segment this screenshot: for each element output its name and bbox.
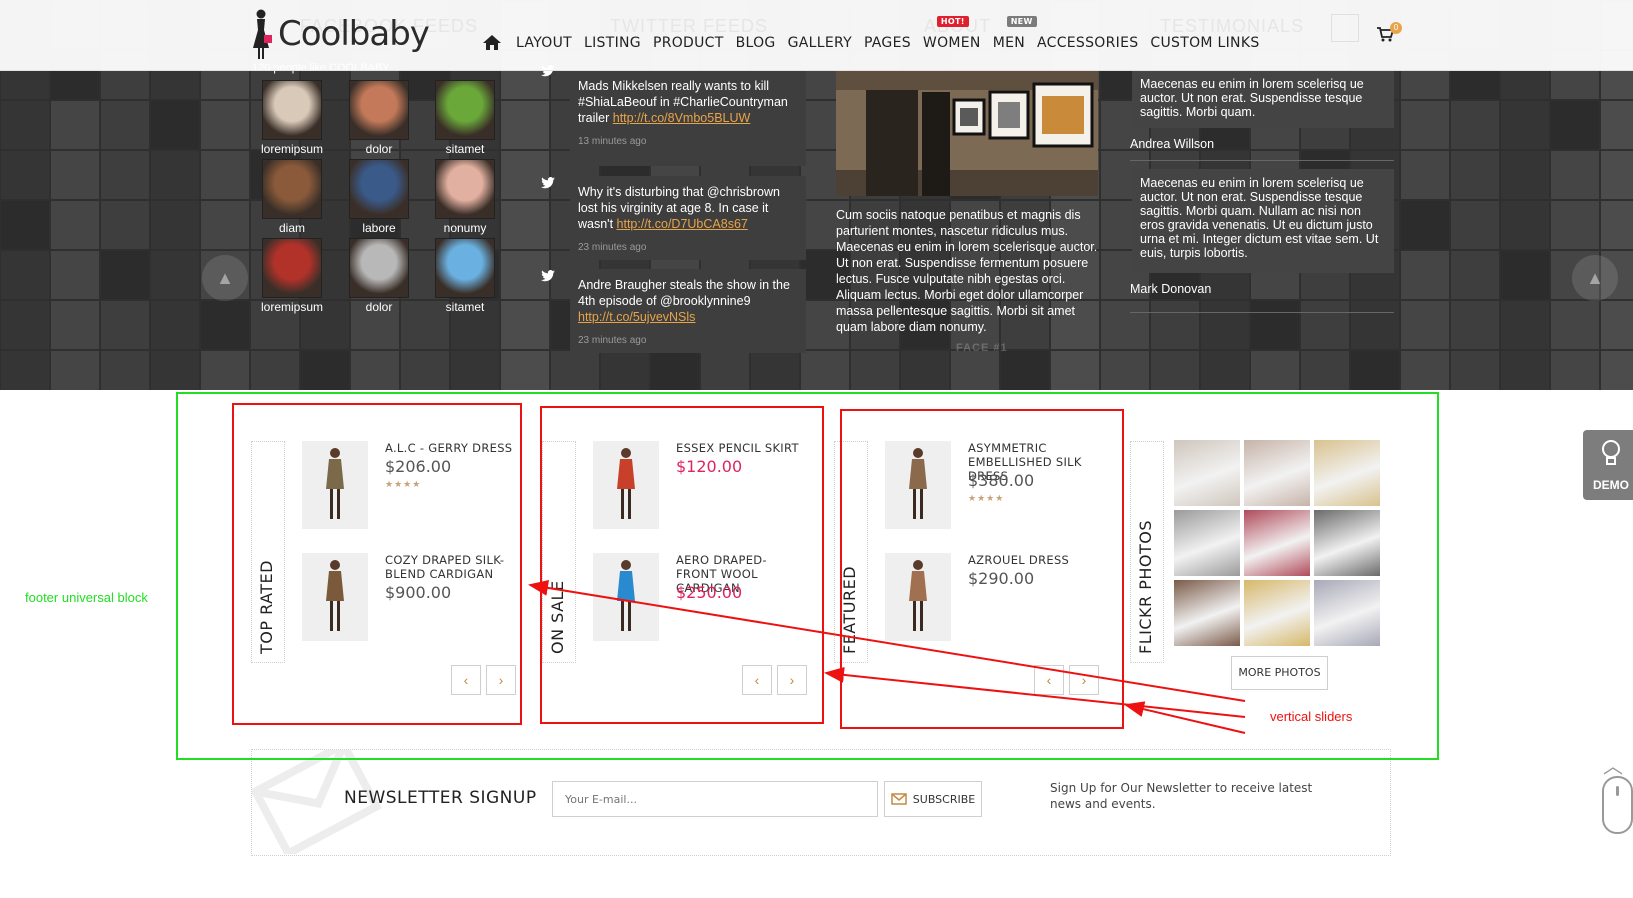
twitter-bird-icon: [541, 269, 555, 282]
friend-avatar: [262, 159, 322, 219]
face-watermark: FACE #1: [956, 342, 1008, 354]
friend-avatar: [262, 80, 322, 140]
facebook-friend[interactable]: dolor: [345, 80, 413, 156]
newsletter-block: NEWSLETTER SIGNUP SUBSCRIBE Sign Up for …: [251, 749, 1391, 856]
subscribe-label: SUBSCRIBE: [912, 792, 976, 806]
friend-name: nonumy: [443, 221, 487, 235]
nav-item-gallery[interactable]: GALLERY: [788, 35, 852, 51]
band-prev-arrow[interactable]: ▲: [202, 255, 248, 301]
friend-avatar: [349, 80, 409, 140]
tweet-link[interactable]: http://t.co/5ujvevNSls: [578, 310, 695, 324]
cart-button[interactable]: 0: [1376, 22, 1402, 47]
facebook-friend[interactable]: diam: [258, 159, 326, 235]
logo-text: Coolbaby: [278, 14, 430, 54]
friend-avatar: [349, 238, 409, 298]
lady-silhouette-icon: [253, 9, 272, 59]
tweet-time: 13 minutes ago: [578, 136, 647, 147]
nav-item-label: PRODUCT: [652, 35, 724, 51]
testimonial-author: Mark Donovan: [1130, 282, 1212, 296]
newsletter-description: Sign Up for Our Newsletter to receive la…: [1050, 781, 1313, 811]
annotation-sliders-label: vertical sliders: [1270, 709, 1353, 724]
nav-item-label: PAGES: [863, 35, 911, 51]
facebook-friend[interactable]: labore: [345, 159, 413, 235]
nav-item-label: LAYOUT: [516, 35, 573, 51]
tweet: Andre Braugher steals the show in the 4t…: [570, 269, 806, 353]
tweet-link[interactable]: http://t.co/8Vmbo5BLUW: [613, 111, 751, 125]
site-logo[interactable]: Coolbaby: [250, 8, 430, 60]
facebook-friend[interactable]: sitamet: [431, 80, 499, 156]
tweet-time: 23 minutes ago: [578, 242, 647, 253]
annotation-slider-box: [540, 406, 824, 724]
lightbulb-icon: [1602, 440, 1620, 465]
nav-item-listing[interactable]: LISTING: [584, 35, 641, 51]
twitter-bird-icon: [541, 176, 555, 189]
nav-item-pages[interactable]: PAGES: [864, 35, 911, 51]
friend-avatar: [435, 159, 495, 219]
scroll-top-icon[interactable]: ︿: [1603, 750, 1623, 779]
main-nav: LAYOUT LISTING PRODUCT BLOG GALLERY PAGES WOME…: [482, 16, 1272, 52]
nav-item-accessories[interactable]: ACCESSORIES: [1037, 35, 1138, 51]
tweet: Why it's disturbing that @chrisbrown los…: [570, 176, 806, 260]
newsletter-email-input[interactable]: [552, 781, 878, 817]
friend-avatar: [435, 238, 495, 298]
search-toggle[interactable]: [1331, 14, 1359, 42]
nav-item-label: BLOG: [735, 35, 776, 51]
tweet: Mads Mikkelsen really wants to kill #Shi…: [570, 70, 806, 166]
newsletter-title: NEWSLETTER SIGNUP: [344, 788, 537, 808]
nav-item-blog[interactable]: BLOG: [736, 35, 776, 51]
friend-avatar: [349, 159, 409, 219]
nav-item-custom-links[interactable]: CUSTOM LINKS: [1150, 35, 1259, 51]
testimonial-author: Andrea Willson: [1130, 137, 1215, 151]
tweet-link[interactable]: http://t.co/D7UbCA8s67: [617, 217, 748, 231]
nav-item-layout[interactable]: LAYOUT: [516, 35, 572, 51]
friend-avatar: [435, 80, 495, 140]
facebook-friend[interactable]: dolor: [345, 238, 413, 314]
facebook-friend[interactable]: nonumy: [431, 159, 499, 235]
nav-item-label: CUSTOM LINKS: [1150, 35, 1260, 51]
annotation-slider-box: [232, 403, 522, 725]
testimonial-quote: Maecenas eu enim in lorem scelerisq ue a…: [1132, 169, 1394, 273]
friend-name: sitamet: [445, 142, 485, 156]
nav-item-women[interactable]: WOMEN HOT!: [922, 16, 981, 51]
band-next-arrow[interactable]: ▲: [1572, 255, 1618, 301]
about-text: Cum sociis natoque penatibus et magnis d…: [836, 208, 1098, 334]
subscribe-button[interactable]: SUBSCRIBE: [884, 781, 982, 817]
demo-tab[interactable]: DEMO: [1583, 430, 1633, 500]
facebook-friend[interactable]: sitamet: [431, 238, 499, 314]
home-icon[interactable]: [482, 34, 502, 52]
nav-item-label: LISTING: [584, 35, 641, 51]
tweet-text: Andre Braugher steals the show in the 4t…: [578, 278, 790, 308]
testimonial-quote: Maecenas eu enim in lorem scelerisq ue a…: [1132, 70, 1394, 128]
nav-item-label: GALLERY: [787, 35, 852, 51]
annotation-slider-box: [840, 409, 1124, 729]
friend-name: diam: [278, 221, 305, 235]
friend-avatar: [262, 238, 322, 298]
friend-name: loremipsum: [260, 300, 323, 314]
friend-name: labore: [362, 221, 396, 235]
friend-name: dolor: [365, 142, 393, 156]
nav-badge: NEW: [1006, 16, 1037, 27]
tweet-time: 23 minutes ago: [578, 335, 647, 346]
nav-item-product[interactable]: PRODUCT: [653, 35, 724, 51]
mouse-scroll-icon: [1602, 776, 1633, 834]
friend-name: loremipsum: [260, 142, 323, 156]
facebook-friend[interactable]: loremipsum: [258, 80, 326, 156]
friend-name: sitamet: [445, 300, 485, 314]
facebook-friend[interactable]: loremipsum: [258, 238, 326, 314]
annotation-footer-label: footer universal block: [25, 590, 148, 605]
cart-count-badge: 0: [1390, 22, 1402, 34]
site-header: FACEBOOK FEEDS TWITTER FEEDS ABOUT TESTI…: [0, 0, 1633, 71]
friend-name: dolor: [365, 300, 393, 314]
nav-item-label: MEN: [992, 35, 1025, 51]
envelope-icon: [891, 793, 907, 805]
nav-item-men[interactable]: MEN NEW: [992, 16, 1037, 51]
gallery-photo: [836, 70, 1098, 196]
nav-badge: HOT!: [936, 16, 969, 27]
nav-item-label: WOMEN: [922, 35, 981, 51]
demo-label: DEMO: [1593, 478, 1629, 492]
nav-item-label: ACCESSORIES: [1037, 35, 1139, 51]
